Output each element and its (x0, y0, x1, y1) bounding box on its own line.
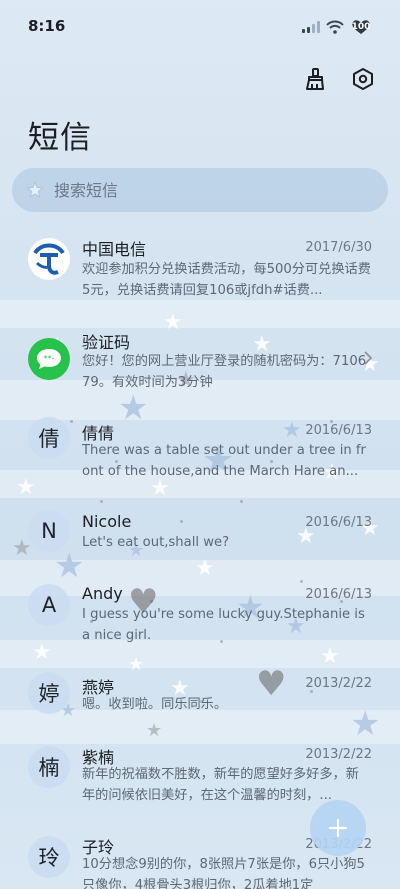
avatar: A (28, 584, 70, 626)
avatar: 玲 (28, 836, 70, 878)
chat-bubble-icon: **- (37, 349, 61, 369)
wifi-icon (326, 20, 344, 34)
avatar: 倩 (28, 417, 70, 459)
message-date: 2016/6/13 (305, 515, 372, 530)
conversation-item[interactable]: A Andy 2016/6/13 I guess you're some luc… (0, 582, 400, 654)
conversation-item[interactable]: **- 验证码 您好！您的网上营业厅登录的随机密码为：710679。有效时间为3… (0, 326, 400, 398)
status-time: 8:16 (28, 17, 66, 35)
message-preview: Let's eat out,shall we? (82, 535, 230, 550)
avatar-initial: A (41, 593, 57, 617)
clean-button[interactable] (298, 62, 332, 96)
message-preview: 欢迎参加积分兑换话费活动，每500分可兑换话费5元，兑换话费请回复106或jfd… (82, 262, 371, 298)
chevron-right-icon (364, 351, 373, 365)
status-bar: 8:16 100 (0, 0, 400, 56)
avatar (28, 238, 70, 280)
china-telecom-logo-icon (33, 243, 65, 275)
message-date: 2016/6/13 (305, 423, 372, 438)
conversation-item[interactable]: 倩 倩倩 2016/6/13 There was a table set out… (0, 414, 400, 486)
message-preview: 您好！您的网上营业厅登录的随机密码为：710679。有效时间为3分钟 (82, 354, 367, 390)
new-message-button[interactable] (310, 800, 366, 856)
message-preview: There was a table set out under a tree i… (82, 443, 366, 479)
conversation-item[interactable]: 婷 燕婷 2013/2/22 嗯。收到啦。同乐同乐。 (0, 670, 400, 726)
svg-text:**-: **- (44, 354, 55, 363)
battery-icon: 100 (350, 19, 372, 35)
avatar-initial: 倩 (38, 427, 60, 451)
avatar-initial: 楠 (38, 756, 60, 780)
conversation-item[interactable]: N Nicole 2016/6/13 Let's eat out,shall w… (0, 510, 400, 566)
avatar: **- (28, 338, 70, 380)
battery-level: 100 (351, 22, 371, 32)
status-icons: 100 (302, 19, 372, 35)
settings-button[interactable] (346, 62, 380, 96)
message-preview: 嗯。收到啦。同乐同乐。 (82, 697, 228, 712)
contact-name: 验证码 (82, 333, 131, 352)
message-date: 2016/6/13 (305, 587, 372, 602)
avatar: 楠 (28, 746, 70, 788)
avatar-initial: 玲 (38, 846, 60, 870)
toolbar (298, 62, 380, 96)
signal-icon (302, 21, 320, 33)
conversation-item[interactable]: 中国电信 2017/6/30 欢迎参加积分兑换话费活动，每500分可兑换话费5元… (0, 228, 400, 300)
avatar-initial: N (41, 519, 57, 543)
message-preview: 新年的祝福数不胜数，新年的愿望好多好多，新年的问候依旧美好，在这个温馨的时刻，.… (82, 767, 359, 803)
plus-icon (328, 818, 348, 838)
message-preview: 10分想念9别的你，8张照片7张是你，6只小狗5只像你，4根骨头3根归你，2瓜着… (82, 857, 365, 889)
avatar-initial: 婷 (38, 682, 60, 706)
broom-icon (306, 68, 324, 90)
contact-name: Nicole (82, 512, 132, 531)
star-search-icon (26, 181, 44, 198)
contact-name: 中国电信 (82, 240, 147, 259)
avatar: 婷 (28, 672, 70, 714)
message-date: 2013/2/22 (305, 676, 372, 691)
contact-name: Andy (82, 584, 123, 603)
avatar: N (28, 510, 70, 552)
message-date: 2013/2/22 (305, 747, 372, 762)
hexagon-settings-icon (353, 68, 373, 90)
message-date: 2017/6/30 (305, 240, 372, 255)
search-bar[interactable] (12, 168, 388, 212)
message-preview: I guess you're some lucky guy.Stephanie … (82, 607, 365, 643)
page-title: 短信 (28, 120, 92, 156)
search-input[interactable] (54, 180, 344, 200)
